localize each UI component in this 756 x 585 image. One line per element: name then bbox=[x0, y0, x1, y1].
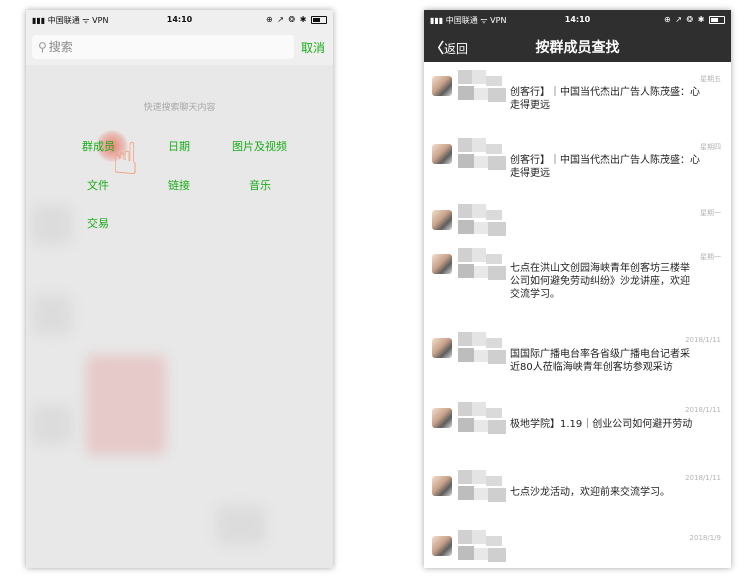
message-row[interactable]: 星期四 创客行】｜中国当代杰出广告人陈茂盛：心 走得更远 bbox=[424, 130, 731, 197]
message-line: 走得更远 bbox=[510, 100, 550, 111]
pixelated-sender-name bbox=[458, 530, 508, 568]
message-line: 极地学院】1.19｜创业公司如何避开劳动 bbox=[510, 419, 693, 430]
status-bar: ▮▮▮ 中国联通 ᯤ VPN 14:10 ⊕ ↗ ❂ ✱ bbox=[26, 10, 333, 30]
message-date: 2018/1/11 bbox=[685, 406, 721, 414]
blurred-shape bbox=[32, 405, 72, 445]
message-row[interactable]: 2018/1/11 七点沙龙活动，欢迎前来交流学习。 bbox=[424, 462, 731, 523]
member-search-screen: ▮▮▮ 中国联通 ᯤ VPN 14:10 ⊕ ↗ ❂ ✱ 〈返回 按群成员查找 … bbox=[424, 10, 731, 568]
message-line: 近80人莅临海峡青年创客坊参观采访 bbox=[510, 362, 673, 373]
page-title: 按群成员查找 bbox=[535, 40, 620, 56]
message-line: 国国际广播电台率各省级广播电台记者采 bbox=[510, 349, 690, 360]
quick-item-links[interactable]: 链接 bbox=[168, 177, 190, 193]
message-date: 星期四 bbox=[700, 143, 721, 151]
message-row[interactable]: 星期一 bbox=[424, 196, 731, 241]
pixelated-sender-name bbox=[458, 402, 508, 444]
search-placeholder: 搜索 bbox=[48, 40, 73, 54]
message-preview: 创客行】｜中国当代杰出广告人陈茂盛：心 走得更远 bbox=[510, 154, 723, 180]
blurred-shape bbox=[216, 505, 266, 545]
message-line: 交流学习。 bbox=[510, 289, 560, 300]
blurred-shape bbox=[32, 295, 72, 335]
avatar bbox=[432, 408, 452, 428]
status-icons: ⊕ ↗ ❂ ✱ bbox=[266, 15, 308, 24]
pixelated-sender-name bbox=[458, 70, 508, 112]
message-preview: 极地学院】1.19｜创业公司如何避开劳动 bbox=[510, 418, 723, 431]
message-preview: 国国际广播电台率各省级广播电台记者采 近80人莅临海峡青年创客坊参观采访 bbox=[510, 348, 723, 374]
message-preview: 七点沙龙活动，欢迎前来交流学习。 bbox=[510, 486, 723, 499]
status-icons: ⊕ ↗ ❂ ✱ bbox=[664, 15, 706, 24]
search-icon: ⚲ bbox=[38, 40, 47, 54]
avatar bbox=[432, 210, 452, 230]
quick-item-members[interactable]: 群成员 bbox=[82, 138, 115, 154]
message-row[interactable]: 2018/1/11 极地学院】1.19｜创业公司如何避开劳动 bbox=[424, 394, 731, 463]
quick-item-date[interactable]: 日期 bbox=[168, 138, 190, 154]
avatar bbox=[432, 76, 452, 96]
message-date: 星期一 bbox=[700, 209, 721, 217]
quick-item-trade[interactable]: 交易 bbox=[87, 215, 109, 231]
pixelated-sender-name bbox=[458, 470, 508, 512]
battery-icon bbox=[311, 15, 327, 24]
pointing-hand-icon: ☝ bbox=[112, 134, 139, 185]
message-line: 创客行】｜中国当代杰出广告人陈茂盛：心 bbox=[510, 155, 700, 166]
quick-item-files[interactable]: 文件 bbox=[87, 177, 109, 193]
message-line: 公司如何避免劳动纠纷》沙龙讲座，欢迎 bbox=[510, 276, 690, 287]
message-date: 星期一 bbox=[700, 253, 721, 261]
message-date: 2018/1/11 bbox=[685, 336, 721, 344]
status-bar: ▮▮▮ 中国联通 ᯤ VPN 14:10 ⊕ ↗ ❂ ✱ bbox=[424, 10, 731, 30]
message-row[interactable]: 2018/1/11 国国际广播电台率各省级广播电台记者采 近80人莅临海峡青年创客坊… bbox=[424, 324, 731, 395]
quick-item-music[interactable]: 音乐 bbox=[249, 177, 271, 193]
message-preview: 创客行】｜中国当代杰出广告人陈茂盛：心 走得更远 bbox=[510, 86, 723, 112]
search-screen: ▮▮▮ 中国联通 ᯤ VPN 14:10 ⊕ ↗ ❂ ✱ ⚲ 搜索 取消 快速搜索… bbox=[26, 10, 333, 568]
message-row[interactable]: 星期一 七点在洪山文创园海峡青年创客坊三楼举 公司如何避免劳动纠纷》沙龙讲座，欢迎交… bbox=[424, 240, 731, 325]
blurred-shape bbox=[86, 355, 166, 455]
quick-item-media[interactable]: 图片及视频 bbox=[232, 138, 287, 154]
message-line: 创客行】｜中国当代杰出广告人陈茂盛：心 bbox=[510, 87, 700, 98]
avatar bbox=[432, 254, 452, 274]
battery-icon bbox=[709, 15, 725, 24]
pixelated-sender-name bbox=[458, 248, 508, 290]
message-date: 2018/1/11 bbox=[685, 474, 721, 482]
pixelated-sender-name bbox=[458, 138, 508, 180]
message-row[interactable]: 星期五 创客行】｜中国当代杰出广告人陈茂盛：心 走得更远 bbox=[424, 62, 731, 131]
message-date: 星期五 bbox=[700, 75, 721, 83]
message-preview: 七点在洪山文创园海峡青年创客坊三楼举 公司如何避免劳动纠纷》沙龙讲座，欢迎 交流学习… bbox=[510, 262, 723, 301]
message-line: 七点沙龙活动，欢迎前来交流学习。 bbox=[510, 487, 670, 498]
avatar bbox=[432, 476, 452, 496]
avatar bbox=[432, 338, 452, 358]
quick-search-title: 快速搜索聊天内容 bbox=[143, 103, 216, 113]
cancel-button[interactable]: 取消 bbox=[301, 39, 325, 56]
search-input[interactable]: ⚲ 搜索 bbox=[32, 35, 294, 59]
pixelated-sender-name bbox=[458, 332, 508, 374]
nav-bar: 〈返回 按群成员查找 bbox=[424, 30, 731, 62]
message-row[interactable]: 2018/1/9 bbox=[424, 522, 731, 568]
message-line: 七点在洪山文创园海峡青年创客坊三楼举 bbox=[510, 263, 690, 274]
avatar bbox=[432, 536, 452, 556]
blurred-shape bbox=[32, 205, 72, 245]
message-date: 2018/1/9 bbox=[689, 534, 721, 542]
message-line: 走得更远 bbox=[510, 168, 550, 179]
avatar bbox=[432, 144, 452, 164]
search-bar: ⚲ 搜索 取消 bbox=[26, 32, 333, 62]
